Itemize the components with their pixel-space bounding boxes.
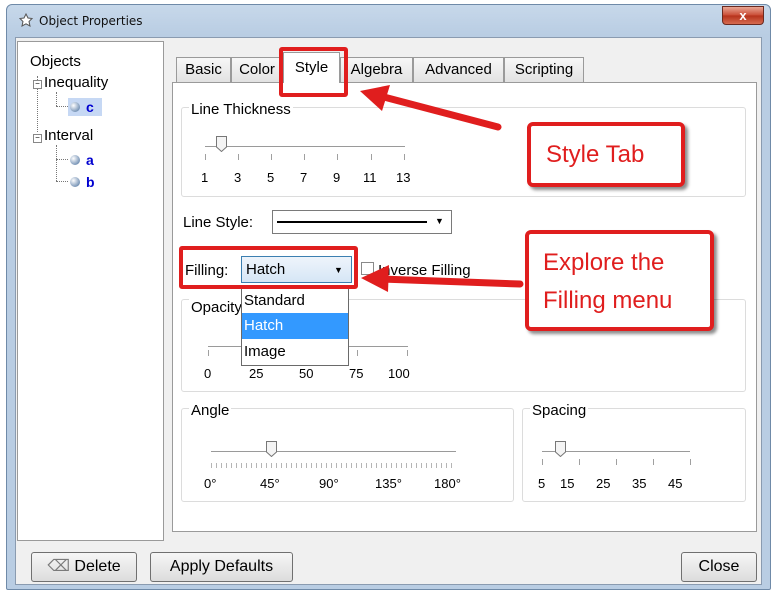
filling-highlight <box>179 246 358 289</box>
tree-item-label: b <box>86 174 95 190</box>
slider-thumb[interactable] <box>266 441 277 457</box>
tree-item-c[interactable]: c <box>68 98 102 116</box>
style-tab-callout: Style Tab <box>527 122 685 187</box>
tick-label: 90° <box>319 476 339 491</box>
tree-connector <box>56 145 57 181</box>
tick-label: 25 <box>249 366 264 381</box>
tick-label: 0 <box>204 366 212 381</box>
slider-track <box>205 146 405 147</box>
tree-group-interval[interactable]: Interval <box>44 127 93 144</box>
line-thickness-title: Line Thickness <box>189 101 293 118</box>
tree-group-inequality[interactable]: Inequality <box>44 74 108 91</box>
collapse-icon[interactable]: − <box>33 134 42 143</box>
slider-track <box>211 451 456 452</box>
slider-thumb[interactable] <box>555 441 566 457</box>
tree-item-a[interactable]: a <box>68 151 102 169</box>
tick-label: 45° <box>260 476 280 491</box>
tick-label: 1 <box>201 170 209 185</box>
title-bar[interactable]: Object Properties x <box>7 5 770 37</box>
tick-label: 0° <box>204 476 217 491</box>
object-dot-icon <box>70 155 80 165</box>
tick-label: 13 <box>396 170 411 185</box>
menu-item-hatch[interactable]: Hatch <box>242 313 348 339</box>
slider-minor-ticks <box>211 463 456 468</box>
filling-callout-line1: Explore the <box>543 249 665 276</box>
line-style-dropdown[interactable]: ▼ <box>272 210 452 234</box>
style-tab-callout-text: Style Tab <box>546 141 645 168</box>
filling-callout-line2: Filling menu <box>543 287 673 314</box>
spacing-title: Spacing <box>530 402 589 419</box>
tree-connector <box>56 181 68 182</box>
window-title: Object Properties <box>39 14 143 28</box>
tab-algebra[interactable]: Algebra <box>340 57 413 82</box>
tick-label: 7 <box>300 170 308 185</box>
delete-button-label: Delete <box>74 558 121 575</box>
angle-title: Angle <box>189 402 232 419</box>
tree-item-label: c <box>86 99 94 115</box>
object-properties-icon <box>19 13 33 27</box>
filling-dropdown-menu: Standard Hatch Image <box>241 288 349 366</box>
tick-label: 3 <box>234 170 242 185</box>
filling-menu-callout: Explore the Filling menu <box>525 230 714 331</box>
tab-basic[interactable]: Basic <box>176 57 231 82</box>
menu-item-image[interactable]: Image <box>242 339 348 365</box>
tick-label: 75 <box>349 366 364 381</box>
line-style-preview <box>277 221 427 223</box>
chevron-down-icon: ▼ <box>435 216 444 226</box>
tree-root-objects: Objects <box>30 53 81 70</box>
opacity-title: Opacity <box>189 299 244 316</box>
tree-item-label: a <box>86 152 94 168</box>
slider-thumb[interactable] <box>216 136 227 152</box>
apply-defaults-button[interactable]: Apply Defaults <box>150 552 293 582</box>
object-tree[interactable]: Objects − Inequality c − Interval a b <box>17 41 164 541</box>
tick-label: 50 <box>299 366 314 381</box>
object-dot-icon <box>70 102 80 112</box>
tab-advanced[interactable]: Advanced <box>413 57 504 82</box>
delete-button[interactable]: ⌫ Delete <box>31 552 137 582</box>
style-tab-highlight <box>279 47 348 97</box>
line-style-label: Line Style: <box>183 214 254 231</box>
tick-label: 100 <box>388 366 410 381</box>
angle-slider[interactable]: 0° 45° 90° 135° 180° <box>203 435 463 491</box>
tree-connector <box>56 92 57 106</box>
arrow-to-filling-icon <box>361 265 524 292</box>
tick-label: 25 <box>596 476 611 491</box>
tick-label: 5 <box>267 170 275 185</box>
tick-label: 15 <box>560 476 575 491</box>
spacing-slider[interactable]: 5 15 25 35 45 <box>534 435 699 491</box>
collapse-icon[interactable]: − <box>33 80 42 89</box>
tab-scripting[interactable]: Scripting <box>504 57 584 82</box>
tick-label: 35 <box>632 476 647 491</box>
tick-label: 5 <box>538 476 546 491</box>
tree-connector <box>56 106 68 107</box>
window-close-button[interactable]: x <box>722 6 764 25</box>
tick-label: 11 <box>363 170 377 185</box>
tree-item-b[interactable]: b <box>68 173 102 191</box>
tick-label: 9 <box>333 170 341 185</box>
arrow-to-style-tab-icon <box>360 85 502 131</box>
object-dot-icon <box>70 177 80 187</box>
tick-label: 135° <box>375 476 402 491</box>
eraser-icon: ⌫ <box>47 558 70 575</box>
close-button[interactable]: Close <box>681 552 757 582</box>
tree-connector <box>56 159 68 160</box>
tick-label: 45 <box>668 476 683 491</box>
menu-item-standard[interactable]: Standard <box>242 289 348 313</box>
tab-color[interactable]: Color <box>231 57 283 82</box>
tick-label: 180° <box>434 476 461 491</box>
